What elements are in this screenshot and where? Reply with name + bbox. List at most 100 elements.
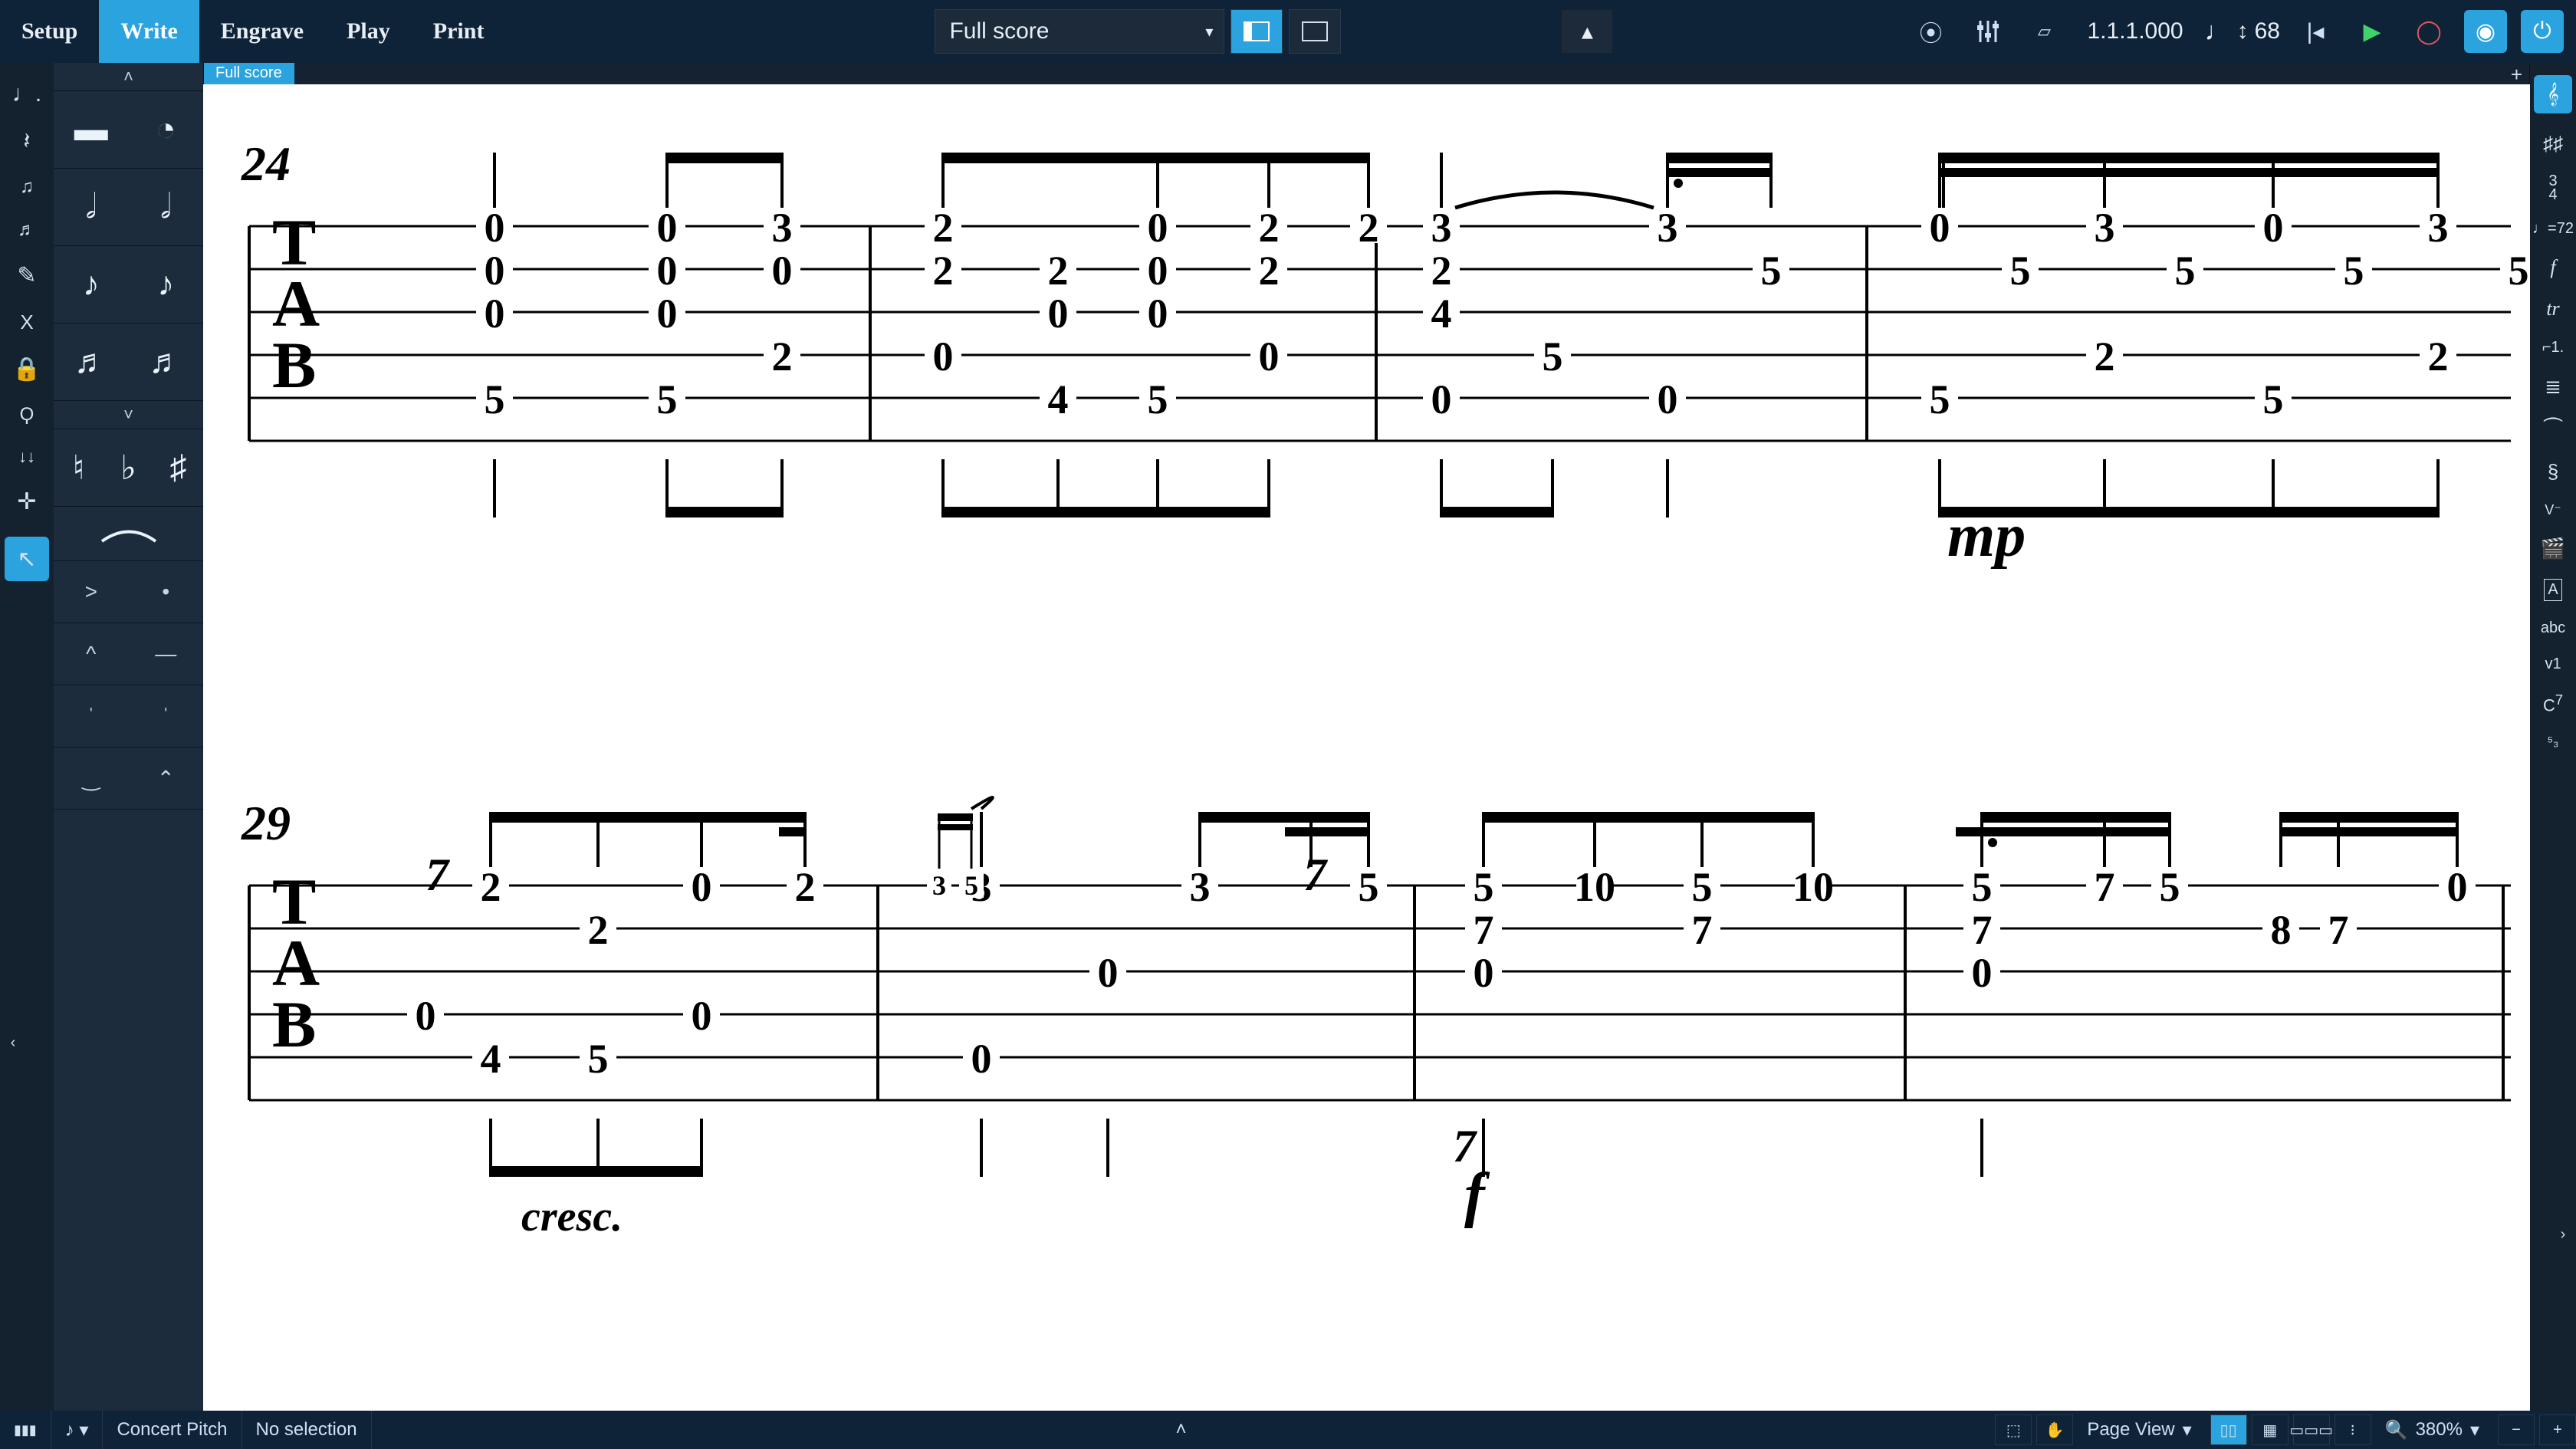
layout-dropdown[interactable]: Full score ▾ xyxy=(935,9,1224,54)
sixteenth-note-icon[interactable]: ♬ xyxy=(54,324,129,400)
power-icon[interactable]: ⏻ xyxy=(2521,10,2564,53)
tab-engrave[interactable]: Engrave xyxy=(199,0,325,63)
natural-icon[interactable]: ♮ xyxy=(54,429,104,506)
bottom-panel-toggle[interactable]: ˄ xyxy=(1175,1419,1186,1441)
marcato-icon[interactable]: ^ xyxy=(54,623,129,685)
hand-tool[interactable]: ✋ xyxy=(2036,1414,2073,1445)
eighth-note-icon[interactable]: ♪ xyxy=(54,246,129,323)
flat-icon[interactable]: ♭ xyxy=(104,429,153,506)
chord-symbol-panel-icon[interactable]: C7 xyxy=(2543,692,2563,715)
svg-text:3: 3 xyxy=(772,205,793,251)
breath-icon[interactable]: ‿ xyxy=(54,748,129,809)
left-panel-expand[interactable]: ‹ xyxy=(0,1020,26,1066)
beam-join-icon[interactable]: ↓↓ xyxy=(18,447,35,467)
voice-panel-icon[interactable]: v1 xyxy=(2545,656,2561,673)
svg-text:0: 0 xyxy=(1930,205,1950,251)
score-area[interactable]: TAB2400050005302220204000522023240530505… xyxy=(203,84,2530,1411)
tab-write[interactable]: Write xyxy=(99,0,199,63)
svg-text:3: 3 xyxy=(1658,205,1678,251)
panel-toggle-button[interactable]: ▴ xyxy=(1562,10,1612,53)
chord-tool-icon[interactable]: ♫ xyxy=(20,176,34,198)
half-note-icon[interactable]: 𝅗𝅥 xyxy=(54,169,129,245)
scissors-icon[interactable]: X xyxy=(20,310,33,334)
tempo-display[interactable]: ♩↕68 xyxy=(2205,17,2280,47)
block-rest-icon[interactable]: ▬ xyxy=(54,91,129,168)
right-panel-expand[interactable]: › xyxy=(2550,1211,2576,1257)
zoom-out-button[interactable]: − xyxy=(2498,1414,2535,1445)
staccato-icon[interactable]: • xyxy=(129,561,204,623)
tab-play[interactable]: Play xyxy=(325,0,412,63)
svg-text:5: 5 xyxy=(1148,376,1168,422)
wedge-icon[interactable]: ˈ xyxy=(129,685,204,747)
svg-text:8: 8 xyxy=(2271,907,2292,953)
svg-text:2: 2 xyxy=(795,864,816,910)
tab-print[interactable]: Print xyxy=(412,0,506,63)
whole-rest-icon[interactable]: ◔ xyxy=(129,91,204,168)
pointer-tool[interactable]: ↖ xyxy=(5,537,49,581)
galley-view-button[interactable] xyxy=(1230,9,1283,54)
midi-indicator[interactable]: ▮▮▮ xyxy=(0,1411,51,1449)
transport-marker-icon[interactable]: ▱ xyxy=(2023,10,2066,53)
tempo-panel-icon[interactable]: ♩=72 xyxy=(2532,220,2574,238)
note-input-indicator[interactable]: ♪ ▾ xyxy=(51,1411,104,1449)
gliss-panel-icon[interactable]: V⁻ xyxy=(2545,502,2561,518)
staccatissimo-icon[interactable]: ˈ xyxy=(54,685,129,747)
svg-text:0: 0 xyxy=(1474,950,1494,996)
rest-tool-icon[interactable]: 𝄽 xyxy=(23,129,30,155)
marquee-tool[interactable]: ⬚ xyxy=(1995,1414,2032,1445)
lyrics-panel-icon[interactable]: abc xyxy=(2541,619,2565,637)
key-sig-panel-icon[interactable]: ♯♯ xyxy=(2543,132,2563,156)
play-icon[interactable]: ▶ xyxy=(2351,10,2394,53)
view-horizontal[interactable]: ▭▭▭ xyxy=(2293,1414,2330,1445)
svg-text:0: 0 xyxy=(1259,334,1280,380)
tab-setup[interactable]: Setup xyxy=(0,0,99,63)
accent-icon[interactable]: > xyxy=(54,561,129,623)
video-icon[interactable]: ⦿ xyxy=(1910,10,1953,53)
view-vertical[interactable]: ⁝ xyxy=(2334,1414,2371,1445)
view-spreads[interactable]: ▦ xyxy=(2252,1414,2288,1445)
half-note-alt-icon[interactable]: 𝅗𝅥 xyxy=(129,169,204,245)
svg-text:mp: mp xyxy=(1947,502,2026,570)
zoom-in-button[interactable]: + xyxy=(2539,1414,2576,1445)
eighth-note-alt-icon[interactable]: ♪ xyxy=(129,246,204,323)
video-panel-icon[interactable]: 🎬 xyxy=(2541,537,2565,560)
dotted-note-icon[interactable]: ♩. xyxy=(12,81,41,107)
fermata-icon[interactable]: ⌃ xyxy=(129,748,204,809)
grace-note-icon[interactable]: ♬ xyxy=(18,219,36,241)
record-icon[interactable]: ◯ xyxy=(2407,10,2450,53)
ornaments-panel-icon[interactable]: tr xyxy=(2546,297,2559,320)
panel-scroll-up[interactable]: ˄ xyxy=(54,63,203,91)
view-mode-dropdown[interactable]: Page View ▾ xyxy=(2073,1411,2205,1449)
pause-panel-icon[interactable]: ⏜ xyxy=(2544,417,2563,442)
svg-text:7: 7 xyxy=(2095,864,2115,910)
text-frame-panel-icon[interactable]: A xyxy=(2544,579,2561,601)
zoom-display[interactable]: 🔍 380% ▾ xyxy=(2371,1411,2493,1449)
arpeggio-panel-icon[interactable]: § xyxy=(2548,460,2558,484)
time-sig-panel-icon[interactable]: 34 xyxy=(2548,174,2557,202)
dynamics-panel-icon[interactable]: f xyxy=(2550,256,2555,279)
document-tab[interactable]: Full score xyxy=(203,63,294,85)
tie-icon[interactable] xyxy=(54,507,203,560)
sixteenth-note-alt-icon[interactable]: ♬ xyxy=(129,324,204,400)
transport-position: 1.1.1.000 xyxy=(2080,18,2191,44)
figured-bass-panel-icon[interactable]: ⁵₃ xyxy=(2548,734,2559,750)
svg-text:2: 2 xyxy=(933,205,954,251)
bar-repeat-panel-icon[interactable]: ≣ xyxy=(2545,375,2561,399)
repeat-ending-panel-icon[interactable]: ⌐1. xyxy=(2542,339,2564,356)
page-view-button[interactable] xyxy=(1289,9,1341,54)
tab-clef-icon[interactable]: Ϙ xyxy=(20,404,34,426)
tenuto-icon[interactable]: — xyxy=(129,623,204,685)
slash-tool-icon[interactable]: ✎ xyxy=(17,262,36,289)
rewind-icon[interactable]: |◂ xyxy=(2294,10,2337,53)
insert-icon[interactable]: ✛ xyxy=(17,488,36,515)
click-icon[interactable]: ◉ xyxy=(2464,10,2507,53)
lock-icon[interactable]: 🔒 xyxy=(12,356,41,383)
mixer-icon[interactable] xyxy=(1967,10,2009,53)
pitch-mode[interactable]: Concert Pitch xyxy=(103,1411,242,1449)
sharp-icon[interactable]: ♯ xyxy=(153,429,203,506)
view-single-page[interactable]: ▯▯ xyxy=(2210,1414,2247,1445)
add-tab-button[interactable]: + xyxy=(2511,63,2530,87)
panel-scroll-down[interactable]: ˅ xyxy=(54,401,203,429)
clef-panel-icon[interactable]: 𝄞 xyxy=(2534,75,2572,113)
svg-text:0: 0 xyxy=(657,291,678,337)
